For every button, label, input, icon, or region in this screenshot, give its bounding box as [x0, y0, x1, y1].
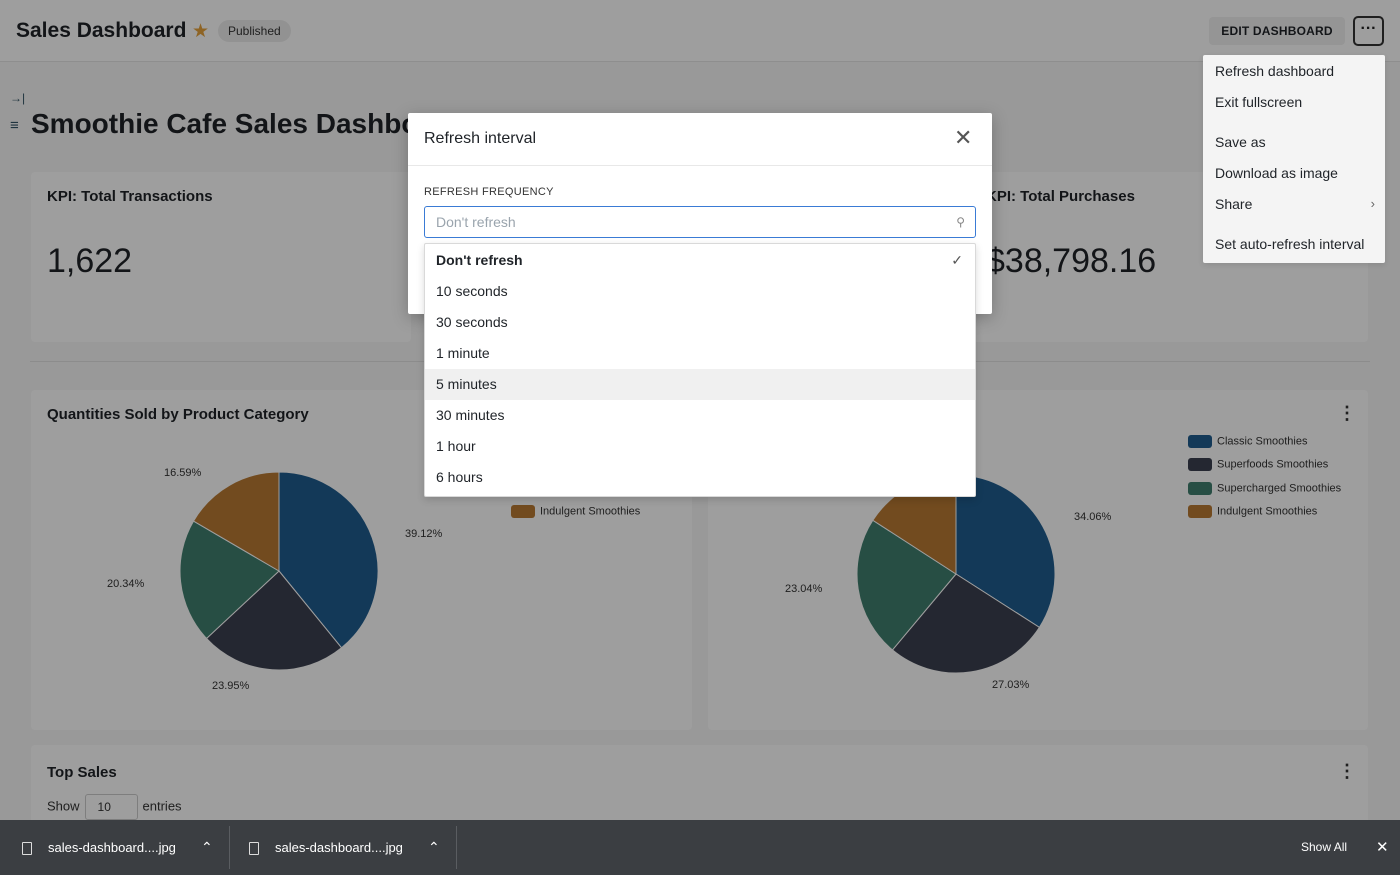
separator	[456, 826, 457, 869]
select-placeholder: Don't refresh	[436, 214, 516, 230]
file-icon	[22, 842, 32, 856]
chevron-right-icon: ›	[1370, 196, 1375, 211]
dashboard-actions-menu: Refresh dashboard Exit fullscreen Save a…	[1203, 55, 1385, 263]
option-30-minutes[interactable]: 30 minutes	[425, 400, 975, 431]
refresh-frequency-select[interactable]: Don't refresh ⚲	[424, 206, 976, 238]
chevron-up-icon[interactable]: ⌃	[201, 820, 213, 875]
option-30-seconds[interactable]: 30 seconds	[425, 307, 975, 338]
download-filename: sales-dashboard....jpg	[48, 840, 176, 855]
separator	[229, 826, 230, 869]
downloads-bar: sales-dashboard....jpg ⌃ sales-dashboard…	[0, 820, 1400, 875]
refresh-options-list: Don't refresh ✓ 10 seconds 30 seconds 1 …	[424, 243, 976, 497]
modal-title: Refresh interval	[424, 130, 537, 147]
refresh-frequency-label: REFRESH FREQUENCY	[424, 186, 554, 198]
option-10-seconds[interactable]: 10 seconds	[425, 276, 975, 307]
menu-item-auto-refresh[interactable]: Set auto-refresh interval	[1215, 236, 1364, 252]
search-icon: ⚲	[956, 215, 965, 229]
close-icon[interactable]: ✕	[954, 126, 972, 150]
option-1-minute[interactable]: 1 minute	[425, 338, 975, 369]
menu-item-refresh[interactable]: Refresh dashboard	[1215, 63, 1334, 79]
option-label: Don't refresh	[436, 252, 523, 268]
file-icon	[249, 842, 259, 856]
menu-item-exit-fullscreen[interactable]: Exit fullscreen	[1215, 94, 1302, 110]
menu-item-download-image[interactable]: Download as image	[1215, 165, 1338, 181]
menu-item-save-as[interactable]: Save as	[1215, 134, 1266, 150]
option-dont-refresh[interactable]: Don't refresh ✓	[425, 245, 975, 276]
check-icon: ✓	[951, 252, 963, 268]
option-6-hours[interactable]: 6 hours	[425, 462, 975, 493]
chevron-up-icon[interactable]: ⌃	[428, 820, 440, 875]
modal-header: Refresh interval ✕	[408, 113, 992, 166]
download-item[interactable]: sales-dashboard....jpg	[249, 820, 403, 875]
download-filename: sales-dashboard....jpg	[275, 840, 403, 855]
download-item[interactable]: sales-dashboard....jpg	[22, 820, 176, 875]
show-all-button[interactable]: Show All	[1301, 820, 1347, 875]
close-icon[interactable]: ✕	[1376, 820, 1389, 875]
menu-item-share[interactable]: Share	[1215, 196, 1252, 212]
option-1-hour[interactable]: 1 hour	[425, 431, 975, 462]
option-5-minutes[interactable]: 5 minutes	[425, 369, 975, 400]
